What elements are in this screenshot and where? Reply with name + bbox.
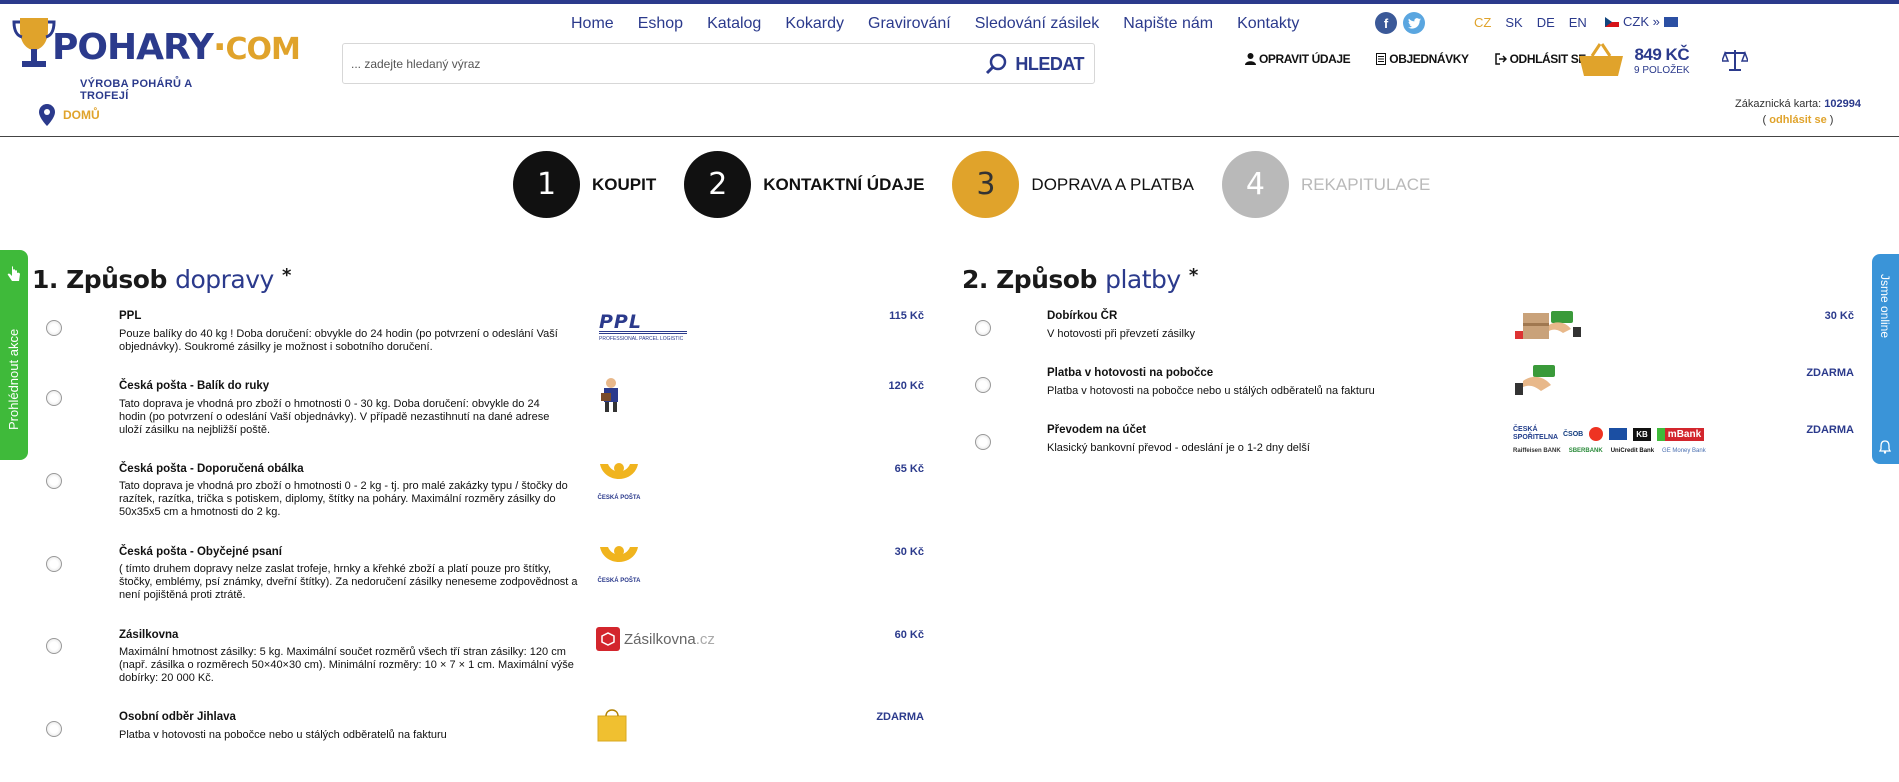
lang-en[interactable]: EN (1569, 15, 1587, 30)
payment-title: 2. Způsob platby * (962, 265, 1198, 294)
ppl-logo: PPL PROFESSIONAL PARCEL LOGISTIC (599, 313, 687, 342)
shipping-radio-osobni[interactable] (46, 721, 62, 737)
location-pin-icon (39, 104, 55, 126)
logout-icon (1494, 53, 1507, 65)
search-bar: HLEDAT (342, 43, 1095, 84)
breadcrumb-home[interactable]: DOMŮ (63, 108, 100, 122)
main-nav: Home Eshop Katalog Kokardy Gravirování S… (571, 14, 1323, 34)
language-switcher: CZ SK DE EN (1474, 15, 1587, 30)
ceska-posta-logo: ČESKÁ POŠTA (596, 543, 642, 584)
nav-gravirovani[interactable]: Gravirování (868, 14, 951, 34)
social-links: f (1375, 12, 1425, 34)
logo-wordmark: POHARY·COM (52, 27, 301, 68)
promo-side-tab-label: Prohlédnout akce (6, 328, 21, 430)
nav-home[interactable]: Home (571, 14, 614, 34)
lang-sk[interactable]: SK (1505, 15, 1522, 30)
airbank-icon (1589, 427, 1604, 441)
search-icon (986, 53, 1007, 75)
bank-logo-mbank: mBank (1656, 427, 1705, 441)
bank-logo-raiffeisen: Raiffeisen BANK (1513, 448, 1561, 454)
payment-radio-hotovost[interactable] (975, 377, 991, 393)
customer-card: Zákaznická karta: 102994 ( odhlásit se ) (1735, 98, 1861, 126)
logout-link[interactable]: ODHLÁSIT SE (1494, 52, 1586, 66)
document-icon (1376, 53, 1387, 65)
chat-bell-icon (1879, 440, 1891, 454)
search-button-label: HLEDAT (1015, 53, 1084, 74)
shopping-bag-icon (597, 709, 627, 742)
cash-payment-icon (1515, 365, 1555, 395)
nav-kontakty[interactable]: Kontakty (1237, 14, 1299, 34)
search-button[interactable]: HLEDAT (985, 52, 1084, 76)
shipping-title: 1. Způsob dopravy * (32, 265, 291, 294)
nav-kokardy[interactable]: Kokardy (785, 14, 844, 34)
bank-logos: ČESKÁ SPOŘITELNA ČSOB KB mBank Raiffeise… (1513, 424, 1731, 454)
nav-sledovani[interactable]: Sledování zásilek (975, 14, 1100, 34)
step-2[interactable]: 2 KONTAKTNÍ ÚDAJE (684, 151, 924, 218)
nav-eshop[interactable]: Eshop (638, 14, 683, 34)
eu-flag-icon[interactable] (1663, 16, 1678, 27)
fio-icon (1609, 428, 1628, 440)
customer-logout-link[interactable]: odhlásit se (1769, 114, 1826, 126)
facebook-icon[interactable]: f (1375, 12, 1397, 34)
bank-logo-unicredit: UniCredit Bank (1610, 448, 1655, 454)
promo-side-tab[interactable]: Prohlédnout akce (0, 250, 28, 460)
bank-logo-cs: ČESKÁ SPOŘITELNA (1513, 426, 1559, 441)
czech-flag-icon (1605, 16, 1619, 27)
hand-pointer-icon (7, 266, 21, 281)
chat-side-tab-label: Jsme online (1878, 274, 1892, 339)
checkout-steps: 1 KOUPIT 2 KONTAKTNÍ ÚDAJE 3 DOPRAVA A P… (513, 151, 1458, 218)
bank-logo-kb: KB (1633, 427, 1651, 441)
step-1[interactable]: 1 KOUPIT (513, 151, 656, 218)
shipping-radio-zasilkovna[interactable] (46, 638, 62, 654)
chat-side-tab[interactable]: Jsme online (1872, 254, 1899, 464)
payment-radio-prevod[interactable] (975, 434, 991, 450)
bank-logo-gemoney: GE Money Bank (1662, 448, 1706, 454)
ceska-posta-logo: ČESKÁ POŠTA (596, 460, 642, 501)
cart-widget[interactable]: 849 KČ 9 POLOŽEK (1578, 42, 1690, 78)
breadcrumb[interactable]: DOMŮ (39, 104, 100, 126)
cart-item-count: 9 POLOŽEK (1634, 64, 1690, 76)
cart-price: 849 KČ (1634, 44, 1690, 64)
lang-de[interactable]: DE (1537, 15, 1555, 30)
user-icon (1245, 53, 1256, 65)
user-nav: OPRAVIT ÚDAJE OBJEDNÁVKY ODHLÁSIT SE (1245, 52, 1586, 66)
shipping-radio-obalka[interactable] (46, 473, 62, 489)
cash-on-delivery-icon (1515, 311, 1581, 339)
step-4: 4 REKAPITULACE (1221, 151, 1430, 218)
nav-katalog[interactable]: Katalog (707, 14, 761, 34)
basket-icon (1579, 43, 1623, 76)
payment-radio-dobirka[interactable] (975, 320, 991, 336)
zasilkovna-logo: Zásilkovna.cz (596, 627, 715, 651)
currency-label: CZK » (1623, 14, 1660, 29)
shipping-radio-ppl[interactable] (46, 320, 62, 336)
bank-logo-sberbank: SBERBANK (1568, 448, 1603, 454)
site-logo[interactable]: POHARY·COM VÝROBA POHÁRŮ A TROFEJÍ (12, 16, 301, 102)
postman-icon (601, 378, 618, 412)
trophy-icon (12, 18, 56, 67)
step-3: 3 DOPRAVA A PLATBA (952, 151, 1194, 218)
header-divider (0, 136, 1899, 137)
twitter-icon[interactable] (1403, 12, 1425, 34)
top-accent-bar (0, 0, 1899, 4)
edit-profile-link[interactable]: OPRAVIT ÚDAJE (1245, 52, 1351, 66)
search-input[interactable] (351, 54, 951, 74)
lang-cz[interactable]: CZ (1474, 15, 1491, 30)
bank-logo-csob: ČSOB (1563, 430, 1584, 438)
nav-napiste[interactable]: Napište nám (1123, 14, 1213, 34)
logo-subtitle: VÝROBA POHÁRŮ A TROFEJÍ (80, 78, 193, 102)
compare-scale-icon[interactable] (1722, 48, 1748, 72)
currency-switcher[interactable]: CZK » (1605, 14, 1678, 29)
shipping-radio-psani[interactable] (46, 556, 62, 572)
orders-link[interactable]: OBJEDNÁVKY (1376, 52, 1469, 66)
customer-card-number: 102994 (1824, 98, 1861, 110)
shipping-radio-balik[interactable] (46, 390, 62, 406)
